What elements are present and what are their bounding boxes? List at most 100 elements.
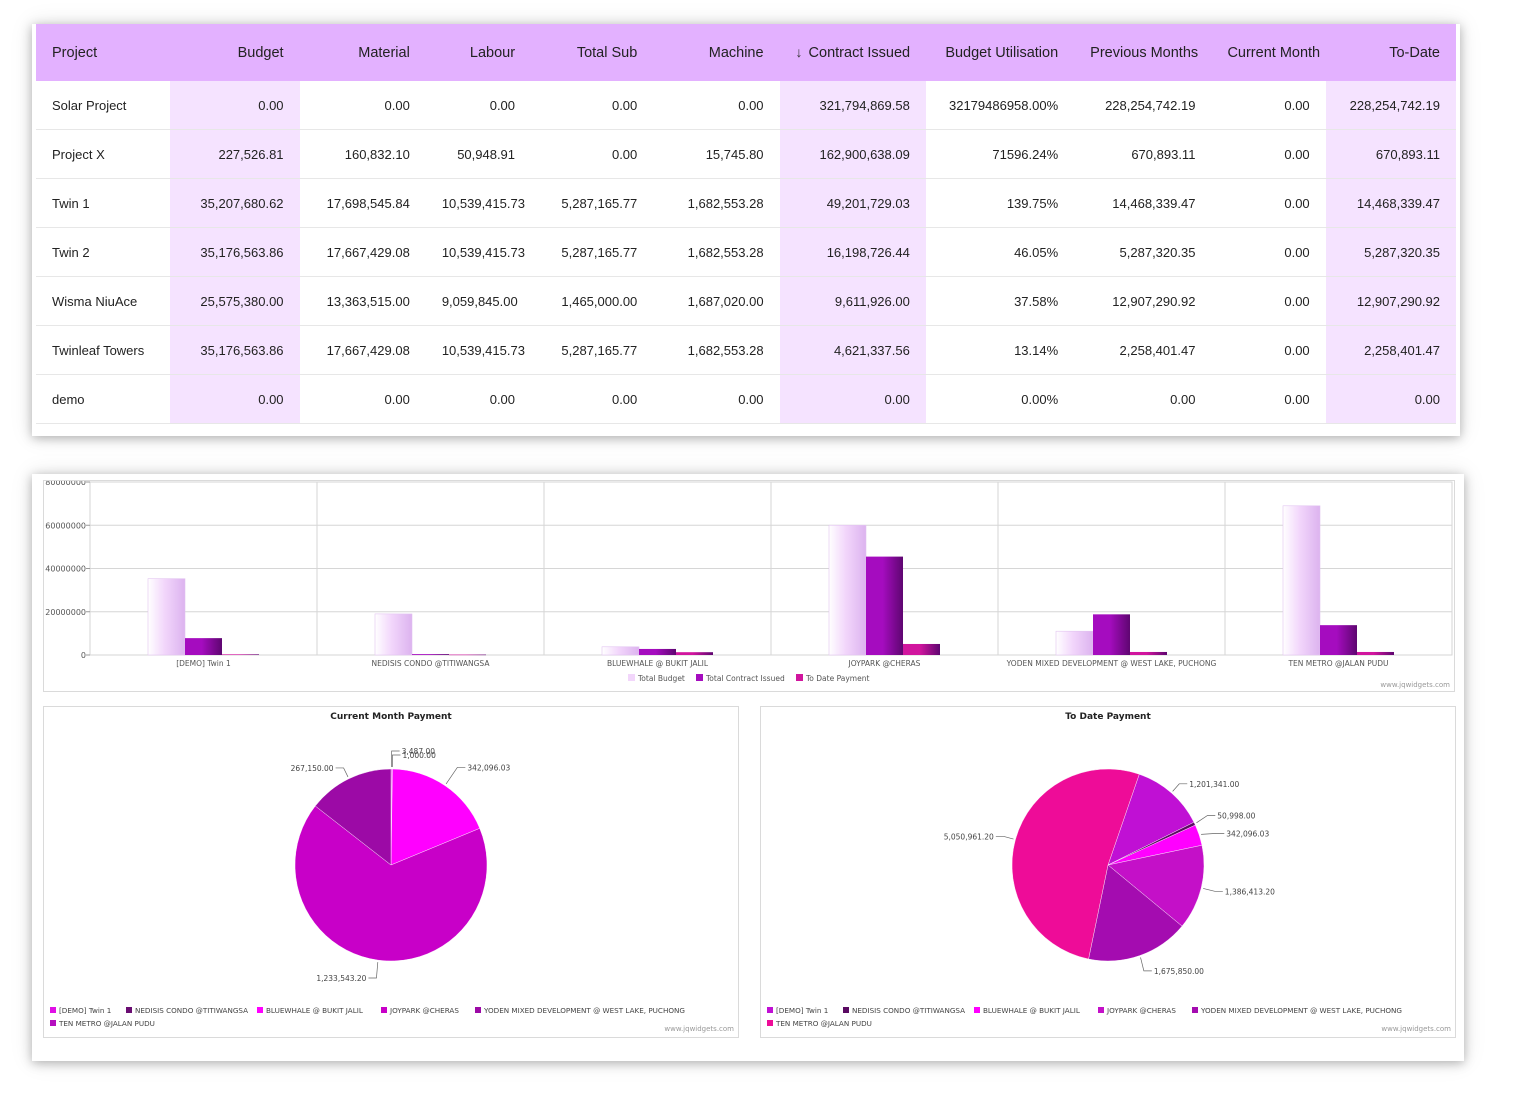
legend-swatch xyxy=(257,1007,263,1013)
cell-project: Project X xyxy=(36,129,171,179)
column-header-labour[interactable]: Labour xyxy=(425,24,532,81)
cell-budget: 25,575,380.00 xyxy=(170,276,300,326)
cell-contract-issued: 162,900,638.09 xyxy=(779,129,926,179)
project-summary-grid: Project Budget Material Labour Total Sub Mach… xyxy=(36,24,1456,424)
budget-bar-chart-panel: 0 20000000 40000000 60000000 80000000 [DEMO] … xyxy=(43,478,1455,692)
bar-total-contract-issued xyxy=(185,638,222,655)
bar-to-date-payment xyxy=(222,654,259,655)
cell-budget-utilisation: 0.00% xyxy=(925,374,1075,424)
cell-budget: 35,207,680.62 xyxy=(170,178,300,228)
pie-leader-line xyxy=(995,836,1014,840)
cell-to-date: 2,258,401.47 xyxy=(1325,325,1456,375)
bar-total-contract-issued xyxy=(866,556,903,655)
table-row[interactable]: Twin 1 35,207,680.62 17,698,545.84 10,539,4… xyxy=(36,178,1456,228)
current-month-payment-panel: Current Month Payment 3,487.00 1,000.00 342… xyxy=(43,706,739,1038)
cell-labour: 50,948.91 xyxy=(425,129,532,179)
bar-total-contract-issued xyxy=(412,654,449,655)
pie-leader-line xyxy=(1172,783,1188,792)
cell-project: Twin 2 xyxy=(36,227,171,277)
x-category-label: YODEN MIXED DEVELOPMENT @ WEST LAKE, PUC… xyxy=(1006,659,1217,668)
table-row[interactable]: Solar Project 0.00 0.00 0.00 0.00 0.00 321,794… xyxy=(36,81,1456,130)
bar-total-contract-issued xyxy=(1320,625,1357,655)
pie-leader-line xyxy=(391,750,400,768)
cell-labour: 0.00 xyxy=(425,374,532,424)
pie-leader-line xyxy=(1203,888,1223,892)
y-tick-label: 80000000 xyxy=(45,481,86,487)
bar-total-budget xyxy=(1282,505,1321,656)
legend-label-to-date-payment: To Date Payment xyxy=(805,674,869,683)
cell-to-date: 0.00 xyxy=(1325,374,1456,424)
cell-to-date: 14,468,339.47 xyxy=(1325,178,1456,228)
cell-machine: 1,682,553.28 xyxy=(653,178,780,228)
column-header-budget-utilisation[interactable]: Budget Utilisation xyxy=(925,24,1075,81)
pie-value-label: 1,386,413.20 xyxy=(1225,887,1275,896)
cell-project: demo xyxy=(36,374,171,424)
pie-value-label: 342,096.03 xyxy=(467,763,510,772)
y-tick-label: 0 xyxy=(81,651,86,660)
column-header-label: Material xyxy=(358,44,410,61)
column-header-previous-months[interactable]: Previous Months xyxy=(1074,24,1212,81)
grid-header-row: Project Budget Material Labour Total Sub Mach… xyxy=(36,24,1456,81)
x-category-label: BLUEWHALE @ BUKIT JALIL xyxy=(607,659,709,668)
table-row[interactable]: demo 0.00 0.00 0.00 0.00 0.00 0.00 0.00% 0.00 0.0… xyxy=(36,374,1456,424)
cell-current-month: 0.00 xyxy=(1211,374,1326,424)
bar-total-budget xyxy=(374,613,413,656)
column-header-current-month[interactable]: Current Month xyxy=(1211,24,1326,81)
table-row[interactable]: Twin 2 35,176,563.86 17,667,429.08 10,539,4… xyxy=(36,227,1456,277)
column-header-label: Total Sub xyxy=(576,44,638,61)
column-header-material[interactable]: Material xyxy=(299,24,426,81)
y-tick-label: 40000000 xyxy=(45,565,86,574)
sort-descending-icon: ↓ xyxy=(795,44,803,60)
bar-total-budget xyxy=(601,646,640,656)
pie-value-label: 1,233,543.20 xyxy=(316,974,366,983)
cell-material: 13,363,515.00 xyxy=(299,276,426,326)
column-header-contract-issued[interactable]: ↓ Contract Issued xyxy=(779,24,926,81)
legend-swatch xyxy=(475,1007,481,1013)
pie-leader-line xyxy=(368,962,379,979)
table-row[interactable]: Project X 227,526.81 160,832.10 50,948.91 0.… xyxy=(36,129,1456,179)
column-header-total-sub[interactable]: Total Sub xyxy=(531,24,654,81)
watermark: www.jqwidgets.com xyxy=(1381,1025,1451,1033)
pie-value-label: 5,050,961.20 xyxy=(944,832,994,841)
legend-label-demo-twin-1: [DEMO] Twin 1 xyxy=(776,1006,828,1015)
pie-leader-line xyxy=(1201,833,1225,835)
cell-project: Twinleaf Towers xyxy=(36,325,171,375)
cell-to-date: 5,287,320.35 xyxy=(1325,227,1456,277)
cell-previous-months: 14,468,339.47 xyxy=(1074,178,1212,228)
y-tick-label: 60000000 xyxy=(45,521,86,530)
watermark: www.jqwidgets.com xyxy=(664,1025,734,1033)
column-header-label: Contract Issued xyxy=(808,45,911,61)
y-tick-label: 20000000 xyxy=(45,608,86,617)
legend-swatch xyxy=(767,1020,773,1026)
cell-budget: 35,176,563.86 xyxy=(170,325,300,375)
bar-total-budget xyxy=(1055,630,1094,656)
pie-leader-line xyxy=(1140,957,1152,972)
column-header-label: Budget xyxy=(237,44,284,61)
cell-project: Twin 1 xyxy=(36,178,171,228)
cell-contract-issued: 16,198,726.44 xyxy=(779,227,926,277)
cell-budget: 227,526.81 xyxy=(170,129,300,179)
column-header-machine[interactable]: Machine xyxy=(653,24,780,81)
cell-contract-issued: 0.00 xyxy=(779,374,926,424)
table-row[interactable]: Twinleaf Towers 35,176,563.86 17,667,429.0… xyxy=(36,325,1456,375)
legend-swatch xyxy=(381,1007,387,1013)
charts-card: 0 20000000 40000000 60000000 80000000 [DEMO] … xyxy=(32,474,1464,1061)
column-header-to-date[interactable]: To-Date xyxy=(1325,24,1456,81)
cell-material: 17,667,429.08 xyxy=(299,325,426,375)
cell-labour: 9,059,845.00 xyxy=(425,276,532,326)
cell-budget-utilisation: 32179486958.00% xyxy=(925,81,1075,130)
pie-title: Current Month Payment xyxy=(330,712,452,722)
cell-labour: 10,539,415.73 xyxy=(425,325,532,375)
column-header-label: Labour xyxy=(469,44,516,61)
table-row[interactable]: Wisma NiuAce 25,575,380.00 13,363,515.00 9,… xyxy=(36,276,1456,326)
pie-leader-line xyxy=(335,767,349,778)
pie-title: To Date Payment xyxy=(1065,712,1151,722)
bar-total-contract-issued xyxy=(1093,614,1130,655)
bar-to-date-payment xyxy=(1357,651,1394,655)
x-category-label: TEN METRO @JALAN PUDU xyxy=(1287,659,1388,668)
column-header-budget[interactable]: Budget xyxy=(170,24,300,81)
cell-budget-utilisation: 37.58% xyxy=(925,276,1075,326)
cell-previous-months: 670,893.11 xyxy=(1074,129,1212,179)
cell-material: 0.00 xyxy=(299,81,426,130)
column-header-project[interactable]: Project xyxy=(36,24,171,81)
